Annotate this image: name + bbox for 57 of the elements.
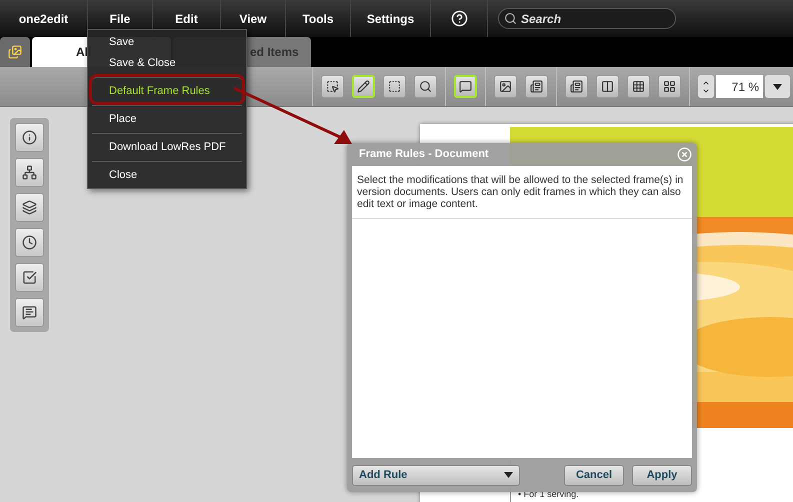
add-rule-dropdown[interactable]: Add Rule — [352, 464, 520, 486]
hierarchy-icon — [22, 165, 37, 180]
tool-button[interactable] — [414, 75, 437, 98]
search-icon — [419, 80, 432, 93]
layout-icon — [530, 80, 543, 93]
pencil-icon — [357, 80, 370, 93]
menu-option[interactable]: Close — [92, 161, 242, 186]
clock-icon — [22, 235, 37, 250]
pointer-icon — [326, 80, 339, 93]
caret-icon — [773, 84, 782, 90]
zoom-dropdown[interactable] — [765, 75, 790, 98]
zoom-stepper[interactable] — [698, 75, 714, 98]
tool-button[interactable] — [596, 75, 619, 98]
columns-icon — [601, 80, 614, 93]
frame-icon — [388, 80, 401, 93]
panel-button[interactable] — [15, 193, 44, 222]
dialog-button[interactable]: Apply — [632, 464, 692, 486]
info-icon — [22, 130, 37, 145]
menu-option[interactable]: Save & Close — [92, 53, 242, 74]
tool-button[interactable] — [494, 75, 517, 98]
note-icon — [22, 305, 37, 320]
caret-icon — [504, 472, 513, 478]
tool-button[interactable] — [352, 75, 375, 98]
tool-button[interactable] — [383, 75, 406, 98]
tool-button[interactable] — [454, 75, 477, 98]
images-icon — [8, 45, 22, 59]
text-layout-icon — [570, 80, 583, 93]
panel-button[interactable] — [15, 123, 44, 152]
menu-option[interactable]: Download LowRes PDF — [92, 133, 242, 158]
blocks-icon — [663, 80, 676, 93]
close-icon[interactable] — [677, 147, 692, 162]
comment-icon — [459, 80, 472, 93]
image-icon — [499, 80, 512, 93]
search-field[interactable]: Search — [498, 8, 676, 29]
search-icon — [504, 12, 517, 25]
tool-button[interactable] — [321, 75, 344, 98]
layers-icon — [22, 200, 37, 215]
help-icon — [450, 10, 468, 27]
app-name: one2edit — [18, 10, 70, 28]
dialog-description: Select the modifications that will be allowed to the selected frame(s) in version documents. Users can only edit frames in which they can also edit text or image content. — [352, 166, 692, 219]
grid-icon — [632, 80, 645, 93]
panel-button[interactable] — [15, 298, 44, 327]
tool-button[interactable] — [658, 75, 681, 98]
menu-option[interactable]: Place — [92, 105, 242, 130]
bullet-text: • For 1 serving. — [518, 488, 579, 501]
panel-button[interactable] — [15, 158, 44, 187]
checklist-icon — [22, 270, 37, 285]
zoom-field[interactable]: 71 % — [716, 75, 763, 98]
tool-button[interactable] — [627, 75, 650, 98]
panel-button[interactable] — [15, 263, 44, 292]
tool-button[interactable] — [565, 75, 588, 98]
dialog-title: Frame Rules - Document — [359, 147, 489, 162]
images-tab[interactable] — [0, 37, 30, 67]
panel-button[interactable] — [15, 228, 44, 257]
tool-button[interactable] — [525, 75, 548, 98]
dialog-button[interactable]: Cancel — [564, 464, 624, 486]
menu-option[interactable]: Default Frame Rules — [92, 77, 242, 102]
